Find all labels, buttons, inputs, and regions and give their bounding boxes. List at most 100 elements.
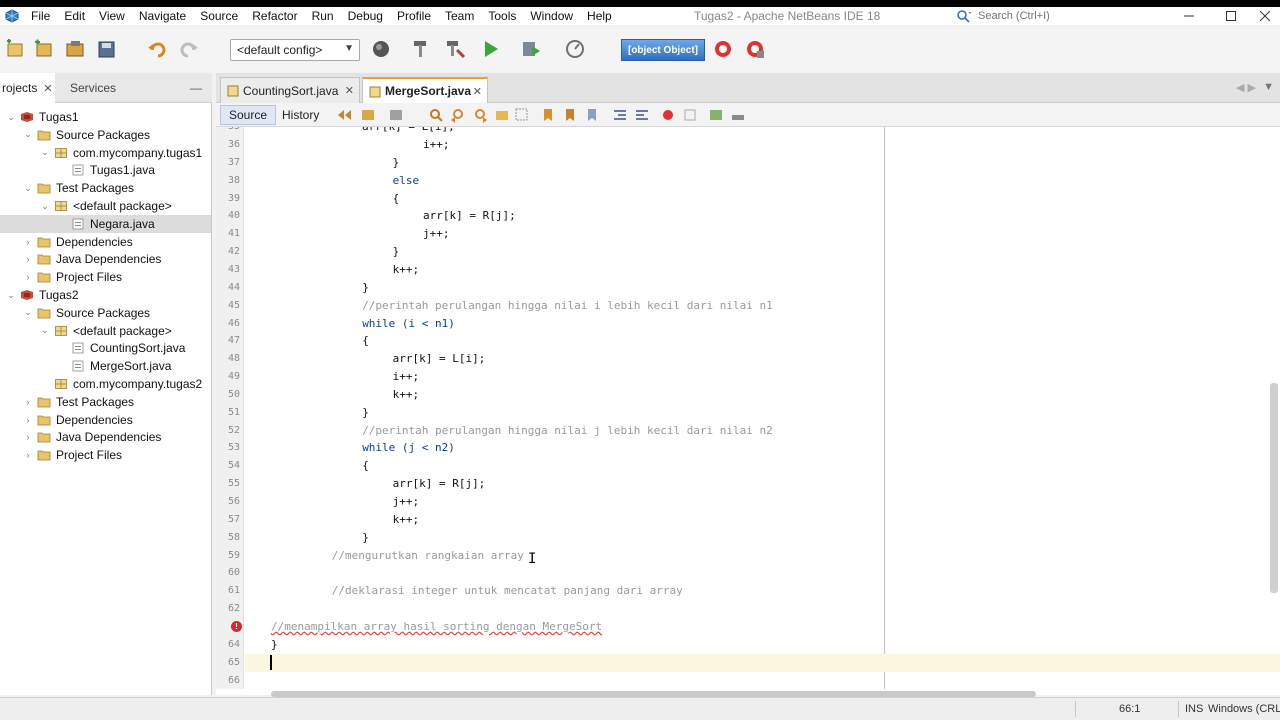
tree-node[interactable]: Negara.java [0,214,211,233]
tree-node[interactable]: ⌄ Test Packages [0,179,211,197]
menu-source[interactable]: Source [193,9,245,23]
close-icon[interactable]: ✕ [43,82,52,95]
uncomment-icon[interactable] [730,107,746,123]
toggle-bookmark-icon[interactable] [584,107,600,123]
expand-toggle-icon[interactable]: ⌄ [23,129,33,140]
tree-node[interactable]: com.mycompany.tugas2 [0,375,211,393]
tab-projects[interactable]: rojects ✕ [0,73,55,103]
gc-button[interactable] [712,38,734,60]
browser-button[interactable] [370,38,392,60]
history-view-button[interactable]: History [274,105,327,125]
tab-services[interactable]: Services [58,73,138,103]
collapse-toggle-icon[interactable]: › [23,450,33,460]
menu-help[interactable]: Help [580,9,619,23]
collapse-toggle-icon[interactable]: › [23,432,33,442]
menu-tools[interactable]: Tools [481,9,523,23]
line-ending[interactable]: Windows (CRL [1208,703,1280,715]
close-icon[interactable]: ✕ [473,85,482,98]
expand-toggle-icon[interactable]: ⌄ [40,325,50,336]
forward-icon[interactable] [388,107,404,123]
rect-selection-icon[interactable] [514,107,530,123]
previous-bookmark-icon[interactable] [540,107,556,123]
close-icon[interactable]: ✕ [345,84,354,97]
collapse-toggle-icon[interactable]: › [23,254,33,264]
tree-node[interactable]: CountingSort.java [0,339,211,357]
tree-node[interactable]: › Test Packages [0,393,211,411]
expand-toggle-icon[interactable]: ⌄ [6,290,16,301]
comment-icon[interactable] [708,107,724,123]
save-all-button[interactable] [96,38,118,60]
toggle-highlight-icon[interactable] [494,107,510,123]
profile-button[interactable] [564,38,586,60]
tree-node[interactable]: MergeSort.java [0,357,211,375]
new-project-button[interactable] [4,38,26,60]
debug-button[interactable] [520,38,542,60]
tree-node[interactable]: › Project Files [0,268,211,286]
tree-node[interactable]: ⌄ Tugas2 [0,286,211,304]
menu-view[interactable]: View [92,9,132,23]
vertical-scrollbar[interactable] [1270,383,1278,593]
menu-run[interactable]: Run [305,9,341,23]
tree-node[interactable]: ⌄ Source Packages [0,304,211,322]
tree-node[interactable]: › Dependencies [0,411,211,429]
memory-indicator[interactable]: [object Object] [621,39,705,61]
tab-countingsort[interactable]: CountingSort.java ✕ [220,77,360,103]
record-macro-icon[interactable] [660,107,676,123]
profile-gc-button[interactable] [744,38,766,60]
collapse-toggle-icon[interactable]: › [23,415,33,425]
menu-debug[interactable]: Debug [341,9,390,23]
menu-edit[interactable]: Edit [57,9,92,23]
tab-mergesort[interactable]: MergeSort.java ✕ [362,77,488,103]
tree-node[interactable]: ⌄ <default package> [0,322,211,340]
expand-toggle-icon[interactable]: ⌄ [23,183,33,194]
find-previous-icon[interactable] [450,107,466,123]
code-editor[interactable]: 36 37 38 39 40 41 42 43 44 45 46 47 48 49 50 51 52 53 54 55… [216,127,1280,689]
menu-file[interactable]: File [24,9,57,23]
clean-build-button[interactable] [444,38,466,60]
tree-node[interactable]: ⌄ Source Packages [0,126,211,144]
collapse-toggle-icon[interactable]: › [23,397,33,407]
tab-scroll-arrows[interactable]: ◀ ▶ [1236,81,1256,94]
chevron-down-icon[interactable]: ▼ [1263,81,1274,93]
collapse-toggle-icon[interactable]: › [23,272,33,282]
search-input[interactable] [978,10,1158,22]
expand-toggle-icon[interactable]: ⌄ [40,147,50,158]
tree-node[interactable]: › Project Files [0,446,211,464]
maximize-button[interactable] [1216,7,1246,25]
source-view-button[interactable]: Source [220,105,277,125]
redo-button[interactable] [178,38,200,60]
tree-node[interactable]: ⌄ Tugas1 [0,108,211,126]
config-dropdown[interactable]: <default config> ▼ [230,39,360,61]
shift-left-icon[interactable] [612,107,628,123]
insert-mode[interactable]: INS [1185,703,1203,715]
tree-node[interactable]: Tugas1.java [0,161,211,179]
shift-right-icon[interactable] [634,107,650,123]
open-project-button[interactable] [64,38,86,60]
next-bookmark-icon[interactable] [562,107,578,123]
new-file-button[interactable] [32,38,54,60]
tree-node[interactable]: ⌄ com.mycompany.tugas1 [0,144,211,162]
error-icon[interactable]: ! [231,620,242,632]
last-edit-icon[interactable] [336,107,352,123]
undo-button[interactable] [146,38,168,60]
expand-toggle-icon[interactable]: ⌄ [40,201,50,212]
tree-node[interactable]: › Java Dependencies [0,428,211,446]
menu-team[interactable]: Team [438,9,481,23]
build-button[interactable] [410,38,432,60]
collapse-toggle-icon[interactable]: › [23,237,33,247]
menu-window[interactable]: Window [523,9,580,23]
expand-toggle-icon[interactable]: ⌄ [23,307,33,318]
stop-macro-icon[interactable] [682,107,698,123]
minimize-button[interactable] [1174,7,1204,25]
expand-toggle-icon[interactable]: ⌄ [6,112,16,123]
tree-node[interactable]: ⌄ <default package> [0,197,211,215]
find-icon[interactable] [428,107,444,123]
tree-node[interactable]: › Dependencies [0,233,211,251]
caret-position[interactable]: 66:1 [1119,703,1140,715]
tree-node[interactable]: › Java Dependencies [0,250,211,268]
find-next-icon[interactable] [472,107,488,123]
run-button[interactable] [480,38,502,60]
close-window-button[interactable] [1250,7,1280,25]
search-box[interactable] [956,7,1166,25]
menu-navigate[interactable]: Navigate [132,9,193,23]
